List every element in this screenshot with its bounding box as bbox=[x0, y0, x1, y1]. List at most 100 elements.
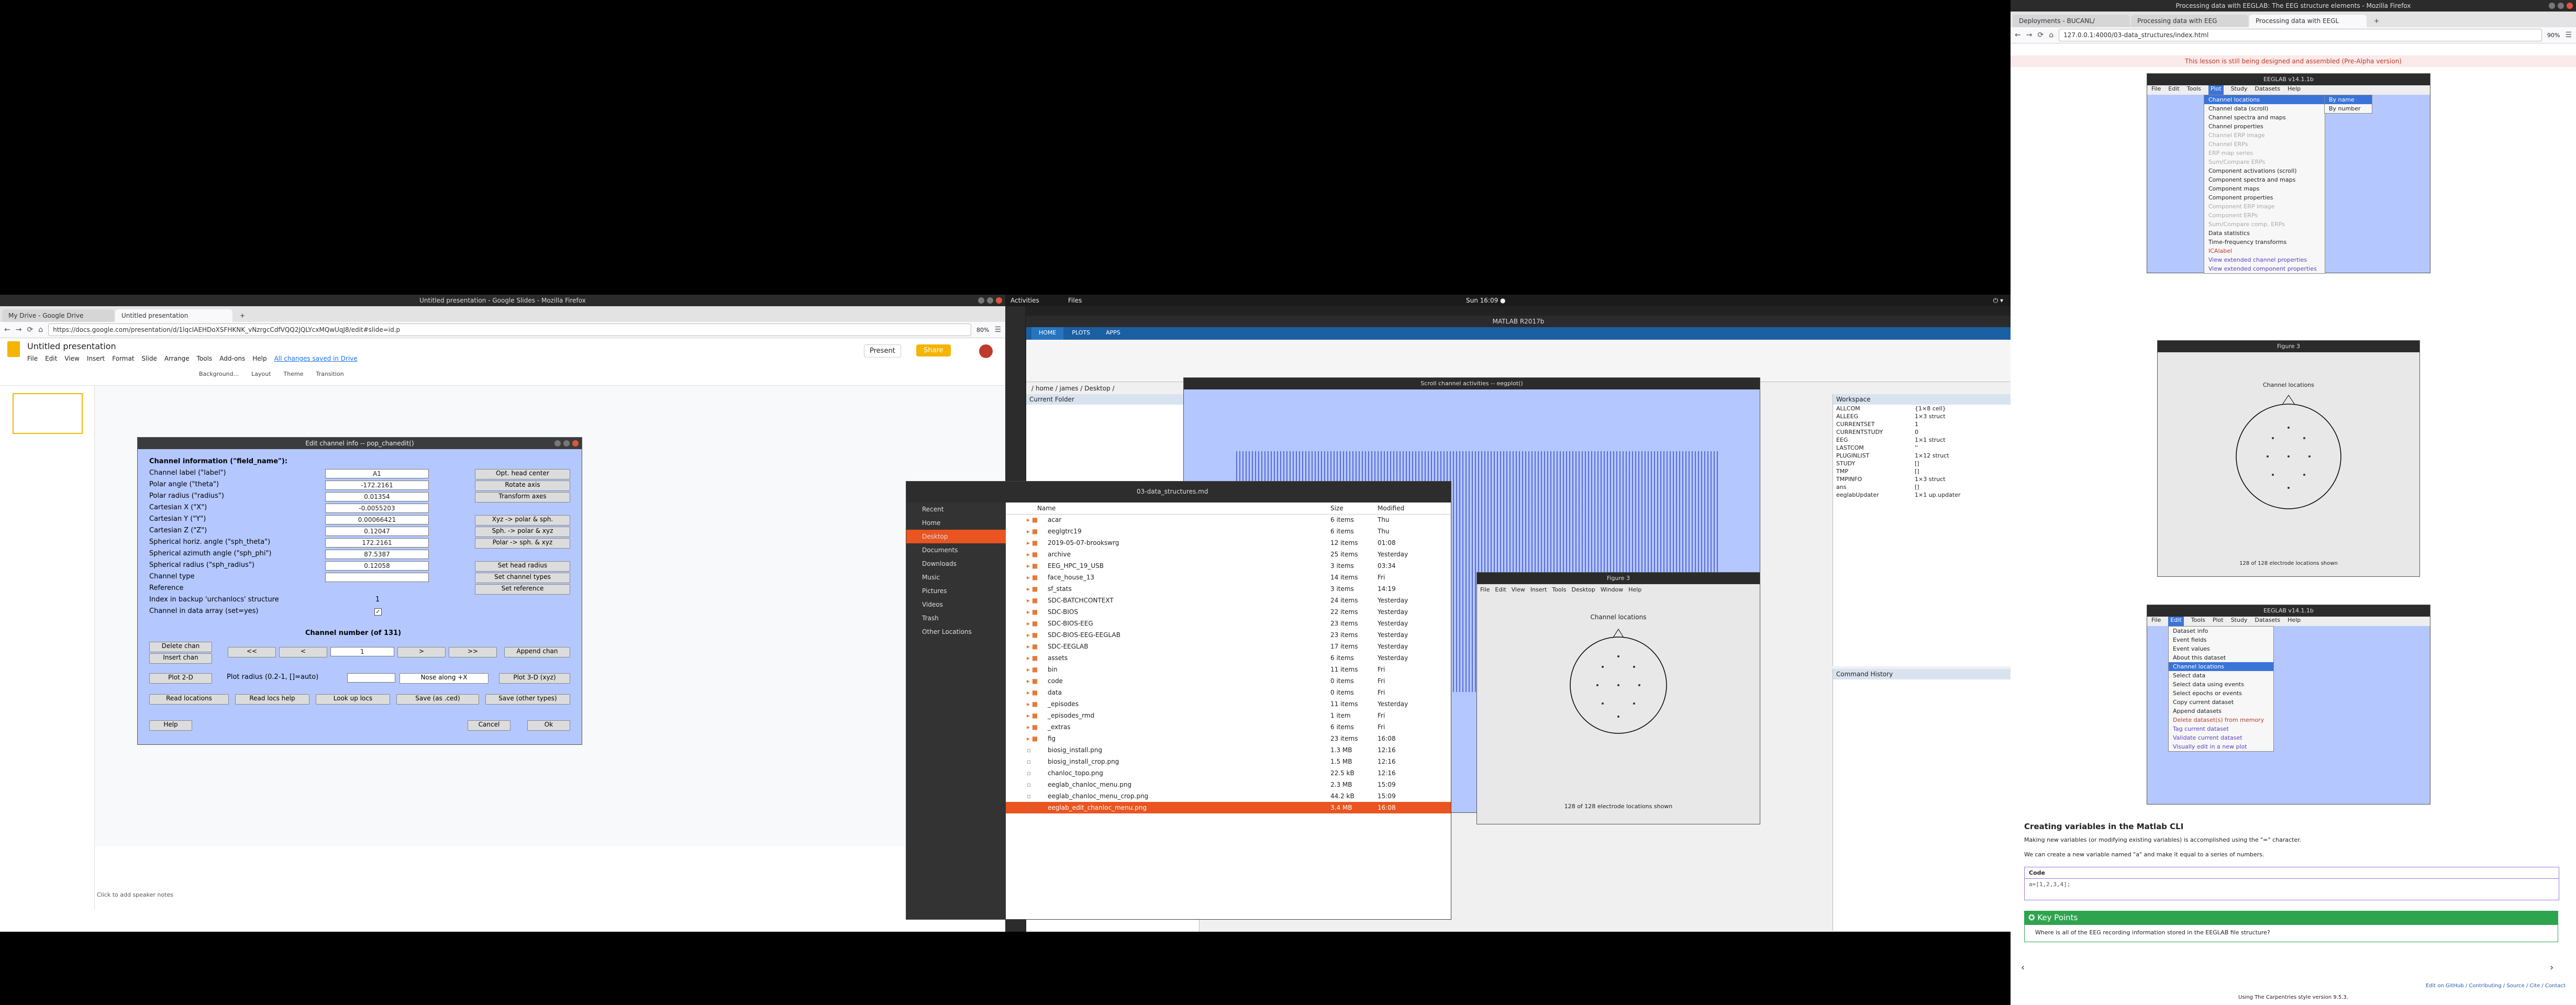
menu-item[interactable]: Dataset info bbox=[2169, 627, 2273, 635]
file-row[interactable]: ▸ ■ bin 11 items Fri bbox=[1006, 664, 1451, 675]
figure-menu-file[interactable]: File bbox=[1480, 586, 1490, 593]
nose-direction-select[interactable]: Nose along +X bbox=[399, 673, 488, 684]
menu-item[interactable]: Channel data (scroll) bbox=[2204, 104, 2325, 113]
close-button[interactable] bbox=[2567, 3, 2573, 9]
menu-item[interactable]: Select epochs or events bbox=[2169, 689, 2273, 698]
file-row[interactable]: ▸ ■ sf_stats 3 items 14:19 bbox=[1006, 583, 1451, 595]
menu-item[interactable]: Select data using events bbox=[2169, 680, 2273, 689]
field-label[interactable]: A1 bbox=[325, 469, 429, 478]
save-ced-button[interactable]: Save (as .ced) bbox=[396, 694, 479, 705]
workspace-var-row[interactable]: ALLCOM {1×8 cell} bbox=[1833, 405, 2011, 412]
sidebar-item-desktop[interactable]: Desktop bbox=[906, 530, 1006, 543]
menu-item[interactable]: Channel spectra and maps bbox=[2204, 113, 2325, 122]
save-other-button[interactable]: Save (other types) bbox=[485, 694, 570, 705]
set-reference-button[interactable]: Set reference bbox=[475, 584, 570, 595]
home-icon[interactable]: ⌂ bbox=[38, 326, 43, 334]
tab-apps[interactable]: APPS bbox=[1098, 327, 1128, 340]
tab-home[interactable]: HOME bbox=[1031, 327, 1064, 340]
file-row[interactable]: ▸ ■ data 0 items Fri bbox=[1006, 687, 1451, 698]
col-name[interactable]: Name bbox=[1037, 502, 1056, 514]
sph-to-polar-button[interactable]: Sph. -> polar & xyz bbox=[475, 527, 570, 537]
present-button[interactable]: Present bbox=[864, 344, 901, 358]
share-button[interactable]: Share bbox=[916, 344, 951, 356]
menu-item[interactable]: ICAlabel bbox=[2204, 247, 2325, 255]
xyz-to-polar-button[interactable]: Xyz -> polar & sph. bbox=[475, 515, 570, 526]
menu-item[interactable]: Select data bbox=[2169, 671, 2273, 680]
maximize-button[interactable] bbox=[2558, 3, 2564, 9]
cancel-button[interactable]: Cancel bbox=[468, 720, 510, 731]
file-row[interactable]: ▸ ■ EEG_HPC_19_USB 3 items 03:34 bbox=[1006, 560, 1451, 572]
rotate-axis-button[interactable]: Rotate axis bbox=[475, 481, 570, 491]
figure-menu-insert[interactable]: Insert bbox=[1530, 586, 1547, 593]
eeglab-menu-datasets[interactable]: Datasets bbox=[2255, 617, 2280, 626]
menu-item[interactable]: Component spectra and maps bbox=[2204, 175, 2325, 184]
menu-item[interactable]: Tag current dataset bbox=[2169, 724, 2273, 733]
file-row[interactable]: ▫ eeglab_edit_chanloc_menu.png 3.4 MB 16:08 bbox=[1006, 802, 1451, 813]
sidebar-item-documents[interactable]: Documents bbox=[906, 543, 1006, 557]
eeglab-menu-help[interactable]: Help bbox=[2288, 617, 2301, 626]
channel-number-field[interactable]: 1 bbox=[330, 647, 394, 656]
workspace-var-row[interactable]: EEG 1×1 struct bbox=[1833, 436, 2011, 444]
menu-item[interactable]: Component activations (scroll) bbox=[2204, 166, 2325, 175]
file-row[interactable]: ▸ ■ eeglgtrc19 6 items Thu bbox=[1006, 526, 1451, 537]
sidebar-item-downloads[interactable]: Downloads bbox=[906, 557, 1006, 571]
clock[interactable]: Sun 16:09 ● bbox=[1466, 295, 1506, 306]
set-channel-types-button[interactable]: Set channel types bbox=[475, 573, 570, 583]
file-row[interactable]: ▸ ■ archive 25 items Yesterday bbox=[1006, 549, 1451, 560]
url-bar[interactable]: https://docs.google.com/presentation/d/1… bbox=[48, 323, 971, 336]
menu-help[interactable]: Help bbox=[252, 355, 267, 362]
avatar[interactable] bbox=[979, 344, 993, 358]
forward-icon[interactable]: → bbox=[16, 326, 22, 334]
workspace-var-row[interactable]: ans [] bbox=[1833, 483, 2011, 491]
back-icon[interactable]: ← bbox=[4, 326, 10, 334]
menu-item[interactable]: Copy current dataset bbox=[2169, 698, 2273, 707]
field-sph-radius[interactable]: 0.12058 bbox=[325, 561, 429, 571]
close-button[interactable] bbox=[996, 297, 1002, 304]
menu-tools[interactable]: Tools bbox=[197, 355, 213, 362]
toolbar-transition[interactable]: Transition bbox=[316, 371, 343, 377]
plot-radius-field[interactable] bbox=[347, 673, 395, 683]
menu-item[interactable]: Channel locations bbox=[2169, 662, 2273, 671]
toolbar-background[interactable]: Background... bbox=[199, 371, 239, 377]
file-row[interactable]: ▸ ■ face_house_13 14 items Fri bbox=[1006, 572, 1451, 583]
sidebar-item-videos[interactable]: Videos bbox=[906, 598, 1006, 611]
zoom-level[interactable]: 90% bbox=[2547, 32, 2560, 39]
file-row[interactable]: ▸ ■ _episodes 11 items Yesterday bbox=[1006, 698, 1451, 710]
append-chan-button[interactable]: Append chan bbox=[504, 647, 570, 657]
figure-menu-window[interactable]: Window bbox=[1601, 586, 1623, 593]
doc-title[interactable]: Untitled presentation bbox=[27, 341, 116, 351]
menu-icon[interactable]: ☰ bbox=[994, 326, 1001, 334]
field-sph-phi[interactable]: 87.5387 bbox=[325, 550, 429, 559]
workspace-var-row[interactable]: CURRENTSET 1 bbox=[1833, 420, 2011, 428]
menu-item[interactable]: Validate current dataset bbox=[2169, 733, 2273, 742]
forward-icon[interactable]: → bbox=[2026, 31, 2033, 39]
menu-item[interactable]: Event values bbox=[2169, 644, 2273, 653]
eeglab-menu-study[interactable]: Study bbox=[2231, 617, 2248, 626]
menu-item[interactable]: Time-frequency transforms bbox=[2204, 238, 2325, 247]
file-row[interactable]: ▸ ■ code 0 items Fri bbox=[1006, 675, 1451, 687]
transform-axes-button[interactable]: Transform axes bbox=[475, 492, 570, 502]
menu-file[interactable]: File bbox=[27, 355, 38, 362]
menu-item[interactable]: Channel locations bbox=[2204, 95, 2325, 104]
field-type[interactable] bbox=[325, 573, 429, 582]
toolbar-theme[interactable]: Theme bbox=[284, 371, 304, 377]
file-row[interactable]: ▫ biosig_install_crop.png 1.5 MB 12:16 bbox=[1006, 756, 1451, 767]
menu-insert[interactable]: Insert bbox=[87, 355, 105, 362]
eeglab-menu-tools[interactable]: Tools bbox=[2191, 617, 2205, 626]
menu-item[interactable]: Event fields bbox=[2169, 635, 2273, 644]
file-row[interactable]: ▸ ■ assets 6 items Yesterday bbox=[1006, 652, 1451, 664]
file-row[interactable]: ▸ ■ SDC-BATCHCONTEXT 24 items Yesterday bbox=[1006, 595, 1451, 606]
col-modified[interactable]: Modified bbox=[1378, 502, 1404, 514]
menu-item[interactable]: View extended component properties bbox=[2204, 264, 2325, 273]
zoom-level[interactable]: 80% bbox=[976, 327, 989, 333]
file-row[interactable]: ▸ ■ SDC-BIOS-EEG 23 items Yesterday bbox=[1006, 618, 1451, 629]
workspace-var-row[interactable]: TMP [] bbox=[1833, 467, 2011, 475]
field-x[interactable]: -0.0055203 bbox=[325, 504, 429, 513]
menu-item[interactable]: Component ERP image bbox=[2204, 202, 2325, 211]
submenu-by-number[interactable]: By number bbox=[2325, 104, 2372, 113]
workspace-var-row[interactable]: LASTCOM '' bbox=[1833, 444, 2011, 452]
minimize-button[interactable] bbox=[2549, 3, 2555, 9]
file-row[interactable]: ▸ ■ acar 6 items Thu bbox=[1006, 514, 1451, 526]
field-sph-theta[interactable]: 172.2161 bbox=[325, 538, 429, 548]
tab-untitled-presentation[interactable]: Untitled presentation bbox=[115, 309, 232, 322]
